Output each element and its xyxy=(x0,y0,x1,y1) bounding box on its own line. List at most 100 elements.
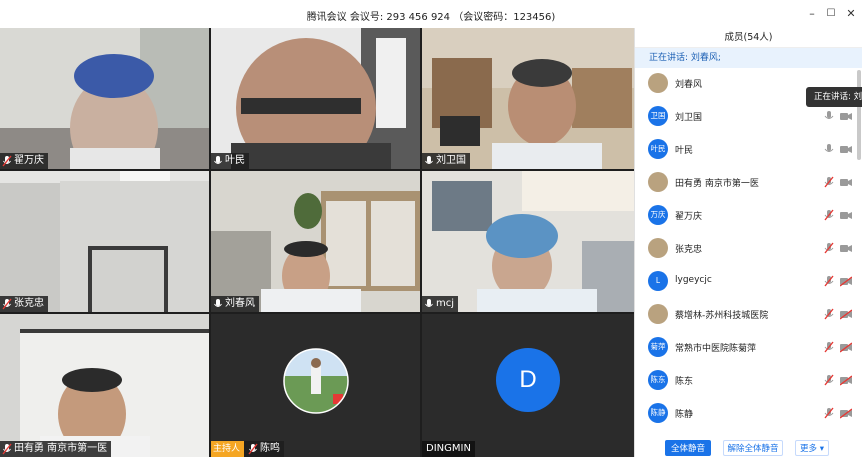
mic-muted-icon[interactable] xyxy=(823,407,835,419)
participant-namebar: 主持人 陈鸣 xyxy=(211,441,285,457)
member-row[interactable]: 陈静 陈静 xyxy=(635,398,862,431)
member-name: 刘卫国 xyxy=(675,113,703,123)
participant-namebar: mcj xyxy=(422,296,459,312)
participant-name: 田有勇 南京市第一医 xyxy=(14,443,108,454)
member-row[interactable]: 陈东 陈东 xyxy=(635,365,862,398)
unmute-all-button[interactable]: 解除全体静音 xyxy=(723,440,783,456)
mic-muted-icon[interactable] xyxy=(823,242,835,254)
camera-icon[interactable] xyxy=(840,242,852,254)
video-tile[interactable]: 张克忠 xyxy=(0,171,209,312)
video-feed xyxy=(422,28,634,169)
video-tile[interactable]: 田有勇 南京市第一医 xyxy=(0,314,209,457)
participant-name: 翟万庆 xyxy=(14,155,44,166)
participant-namebar: DINGMIN xyxy=(422,441,475,457)
participant-name: DINGMIN xyxy=(426,443,471,454)
participant-name: 叶民 xyxy=(225,155,245,166)
title-bar: 腾讯会议 会议号: 293 456 924 （会议密码：123456) – ☐ … xyxy=(0,0,862,28)
video-tile[interactable]: 翟万庆 xyxy=(0,28,209,169)
participant-name: 张克忠 xyxy=(14,298,44,309)
mic-muted-icon xyxy=(2,298,12,310)
host-badge: 主持人 xyxy=(211,441,245,457)
member-name: 张克忠 xyxy=(675,245,703,255)
member-row[interactable]: 万庆 翟万庆 xyxy=(635,200,862,233)
member-name: 陈静 xyxy=(675,410,694,420)
member-avatar xyxy=(648,238,668,258)
video-tile[interactable]: 叶民 xyxy=(211,28,420,169)
participant-avatar: D xyxy=(496,348,560,412)
video-feed xyxy=(211,28,420,169)
member-panel-title: 成员(54人) xyxy=(635,28,862,48)
camera-off-icon[interactable] xyxy=(840,374,852,386)
close-button[interactable]: ✕ xyxy=(844,7,858,21)
camera-off-icon[interactable] xyxy=(840,275,852,287)
camera-off-icon[interactable] xyxy=(840,407,852,419)
camera-off-icon[interactable] xyxy=(840,341,852,353)
participant-name: mcj xyxy=(436,298,455,309)
camera-icon[interactable] xyxy=(840,143,852,155)
mic-muted-icon[interactable] xyxy=(823,308,835,320)
video-tile[interactable]: mcj xyxy=(422,171,634,312)
participant-namebar: 叶民 xyxy=(211,153,249,169)
participant-avatar xyxy=(211,314,420,457)
speaking-tooltip: 正在讲话: 刘春风 xyxy=(806,87,862,107)
member-avatar xyxy=(648,172,668,192)
video-feed xyxy=(0,28,209,169)
member-row[interactable]: 田有勇 南京市第一医 xyxy=(635,167,862,200)
camera-off-icon[interactable] xyxy=(840,308,852,320)
member-avatar: 陈静 xyxy=(648,403,668,423)
camera-icon[interactable] xyxy=(840,176,852,188)
member-name: 叶民 xyxy=(675,146,694,156)
member-name: 翟万庆 xyxy=(675,212,703,222)
video-tile[interactable]: 刘卫国 xyxy=(422,28,634,169)
participant-name: 刘春风 xyxy=(225,298,255,309)
member-avatar: 卫国 xyxy=(648,106,668,126)
mute-all-button[interactable]: 全体静音 xyxy=(665,440,711,456)
member-panel-footer: 全体静音 解除全体静音 更多 ▾ xyxy=(635,438,862,457)
camera-icon[interactable] xyxy=(840,209,852,221)
member-row[interactable]: 张克忠 xyxy=(635,233,862,266)
mic-muted-icon[interactable] xyxy=(823,275,835,287)
member-avatar: 陈东 xyxy=(648,370,668,390)
member-avatar xyxy=(648,73,668,93)
mic-muted-icon[interactable] xyxy=(823,209,835,221)
mic-muted-icon xyxy=(2,443,12,455)
mic-icon xyxy=(425,299,433,307)
video-feed xyxy=(211,171,420,312)
mic-muted-icon[interactable] xyxy=(823,374,835,386)
member-name: 常熟市中医院陈菊萍 xyxy=(675,344,757,354)
mic-icon xyxy=(425,156,433,164)
speaking-indicator: 正在讲话: 刘春风; xyxy=(635,48,862,68)
participant-name: 陈鸣 xyxy=(260,443,281,454)
member-row[interactable]: 蔡增林-苏州科技城医院 xyxy=(635,299,862,332)
member-row[interactable]: 菊萍 常熟市中医院陈菊萍 xyxy=(635,332,862,365)
window-title: 腾讯会议 会议号: 293 456 924 （会议密码：123456) xyxy=(306,12,556,23)
video-tile[interactable]: 主持人 陈鸣 xyxy=(211,314,420,457)
camera-icon[interactable] xyxy=(840,110,852,122)
member-name: 刘春风 xyxy=(675,80,703,90)
more-button[interactable]: 更多 ▾ xyxy=(795,440,829,456)
video-tile[interactable]: D DINGMIN xyxy=(422,314,634,457)
mic-muted-icon[interactable] xyxy=(823,176,835,188)
member-avatar: L xyxy=(648,271,668,291)
member-list-scrollbar[interactable] xyxy=(857,70,861,160)
mic-icon xyxy=(214,299,222,307)
member-row[interactable]: 叶民 叶民 xyxy=(635,134,862,167)
member-name: lygeycjc xyxy=(675,275,712,285)
mic-icon[interactable] xyxy=(823,143,835,155)
minimize-button[interactable]: – xyxy=(805,7,819,21)
member-row[interactable]: Llygeycjc xyxy=(635,266,862,299)
video-feed xyxy=(0,314,209,457)
participant-namebar: 张克忠 xyxy=(0,296,48,312)
member-name: 陈东 xyxy=(675,377,694,387)
mic-muted-icon[interactable] xyxy=(823,341,835,353)
video-tile[interactable]: 刘春风 xyxy=(211,171,420,312)
member-avatar: 菊萍 xyxy=(648,337,668,357)
participant-name: 刘卫国 xyxy=(436,155,466,166)
member-list[interactable]: 刘春风 卫国 刘卫国 叶民 叶民 田有勇 南京市第一医 万庆 翟万庆 张克忠 Llygeycjc 蔡… xyxy=(635,68,862,438)
mic-icon[interactable] xyxy=(823,110,835,122)
maximize-button[interactable]: ☐ xyxy=(824,7,838,21)
participant-namebar: 翟万庆 xyxy=(0,153,48,169)
member-avatar: 万庆 xyxy=(648,205,668,225)
video-feed xyxy=(0,171,209,312)
participant-namebar: 刘卫国 xyxy=(422,153,470,169)
